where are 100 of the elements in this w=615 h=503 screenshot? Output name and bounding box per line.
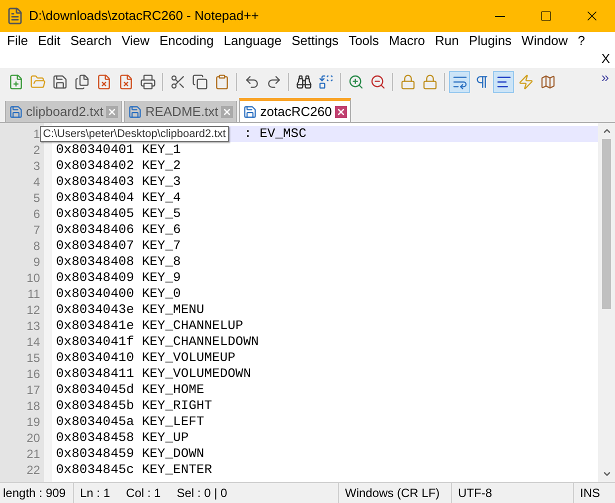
scrollbar-thumb[interactable] [602,139,611,309]
menu-item[interactable]: Run [430,31,464,51]
lock-icon [422,74,438,90]
menu-item[interactable]: View [116,31,155,51]
line-number: 22 [26,462,41,478]
tab-close-icon[interactable] [106,106,118,118]
pilcrow-icon [474,74,490,90]
code-line: 0x80348411 KEY_VOLUMEDOWN [56,366,252,382]
tooltip: C:\Users\peter\Desktop\clipboard2.txt [40,126,229,142]
replace-icon [318,74,334,90]
code-line: 0x80348405 KEY_5 [56,206,181,222]
line-number: 1 [32,126,41,142]
length-status: length : 909 [0,483,74,503]
word-wrap-icon [452,74,468,90]
menu-item[interactable]: Plugins [464,31,517,51]
redo-icon [266,74,282,90]
menu-item[interactable]: Macro [384,31,430,51]
menu-item[interactable]: Tools [344,31,384,51]
indent-guide-button[interactable] [493,71,514,93]
map-icon [540,74,556,90]
line-number: 16 [26,366,41,382]
window-title: D:\downloads\zotacRC260 - Notepad++ [29,7,259,26]
menu-item[interactable]: File [2,31,33,51]
line-number: 17 [26,382,41,398]
code-line: 0x8034845c KEY_ENTER [56,462,212,478]
line-number: 8 [32,238,41,254]
word-wrap-button[interactable] [449,71,470,93]
print-icon [140,74,156,90]
code-line: 0x80340410 KEY_VOLUMEUP [56,350,236,366]
line-number: 6 [32,206,41,222]
code-line: 0x80340400 KEY_0 [56,286,181,302]
line-number: 15 [26,350,41,366]
line-number: 11 [26,286,41,302]
folder-icon [30,74,46,90]
notepad-icon [6,7,24,25]
close-document-button[interactable]: X [601,49,610,69]
tab[interactable]: clipboard2.txt [5,101,122,122]
file-icon [243,104,258,118]
line-status: Ln : 1 [80,485,110,502]
code-line: 0x80348408 KEY_8 [56,254,181,270]
code-line: 0x8034045d KEY_HOME [56,382,204,398]
zoom-out-icon [370,74,386,90]
menu-item[interactable]: Search [65,31,117,51]
tab-close-icon[interactable] [221,106,234,118]
line-number: 10 [26,270,41,286]
tab-close-icon[interactable] [334,106,347,118]
code-line: 0x80348409 KEY_9 [56,270,181,286]
maximize-icon [540,10,552,22]
line-number: 18 [26,398,41,414]
code-line: 0x80348406 KEY_6 [56,222,181,238]
scroll-up-icon[interactable] [602,126,612,136]
menu-item[interactable]: ? [572,31,590,51]
line-number: 9 [32,254,41,270]
line-number: 19 [26,414,41,430]
lightning-icon [518,74,534,90]
binoculars-icon [296,74,312,90]
undo-icon [244,74,260,90]
encoding-status: UTF-8 [452,483,574,503]
menu-item[interactable]: Encoding [154,31,219,51]
file-icon [128,104,142,118]
line-number: 3 [32,158,41,174]
tab[interactable]: zotacRC260 [239,98,351,122]
tab[interactable]: README.txt [124,101,238,122]
code-line: 0x80348403 KEY_3 [56,174,181,190]
code-line: : EV_MSC [244,126,306,142]
eol-status: Windows (CR LF) [339,483,452,503]
selection-status: Sel : 0 | 0 [176,485,228,502]
lock-icon [400,74,416,90]
line-number: 21 [26,446,41,462]
menu-item[interactable]: Language [218,31,287,51]
new-file-icon [8,74,24,90]
code-line: 0x8034045a KEY_LEFT [56,414,204,430]
code-line: 0x80348458 KEY_UP [56,430,189,446]
code-line: 0x80348404 KEY_4 [56,190,181,206]
code-line: 0x8034041f KEY_CHANNELDOWN [56,334,259,350]
line-number: 2 [32,142,41,158]
line-number: 14 [26,334,41,350]
code-line: 0x80348459 KEY_DOWN [56,446,204,462]
close-file-icon [96,74,112,90]
code-line: 0x80348407 KEY_7 [56,238,181,254]
file-icon [9,104,23,118]
indent-guide-icon [496,74,512,90]
column-status: Col : 1 [126,485,161,502]
zoom-in-icon [348,74,364,90]
code-line: 0x8034043e KEY_MENU [56,302,204,318]
menu-item[interactable]: Settings [286,31,344,51]
line-number: 5 [32,190,41,206]
insert-mode-status: INS [579,485,602,502]
save-icon [52,74,68,90]
line-number: 7 [32,222,41,238]
line-number: 4 [32,174,41,190]
copy-icon [192,74,208,90]
code-line: 0x80340401 KEY_1 [56,142,181,158]
menu-item[interactable]: Edit [32,31,66,51]
vertical-scrollbar[interactable] [598,123,615,482]
code-line: 0x8034841e KEY_CHANNELUP [56,318,244,334]
scroll-down-icon[interactable] [602,469,612,479]
code-line: 0x80348402 KEY_2 [56,158,181,174]
menu-item[interactable]: Window [516,31,573,51]
code-line: 0x8034845b KEY_RIGHT [56,398,212,414]
